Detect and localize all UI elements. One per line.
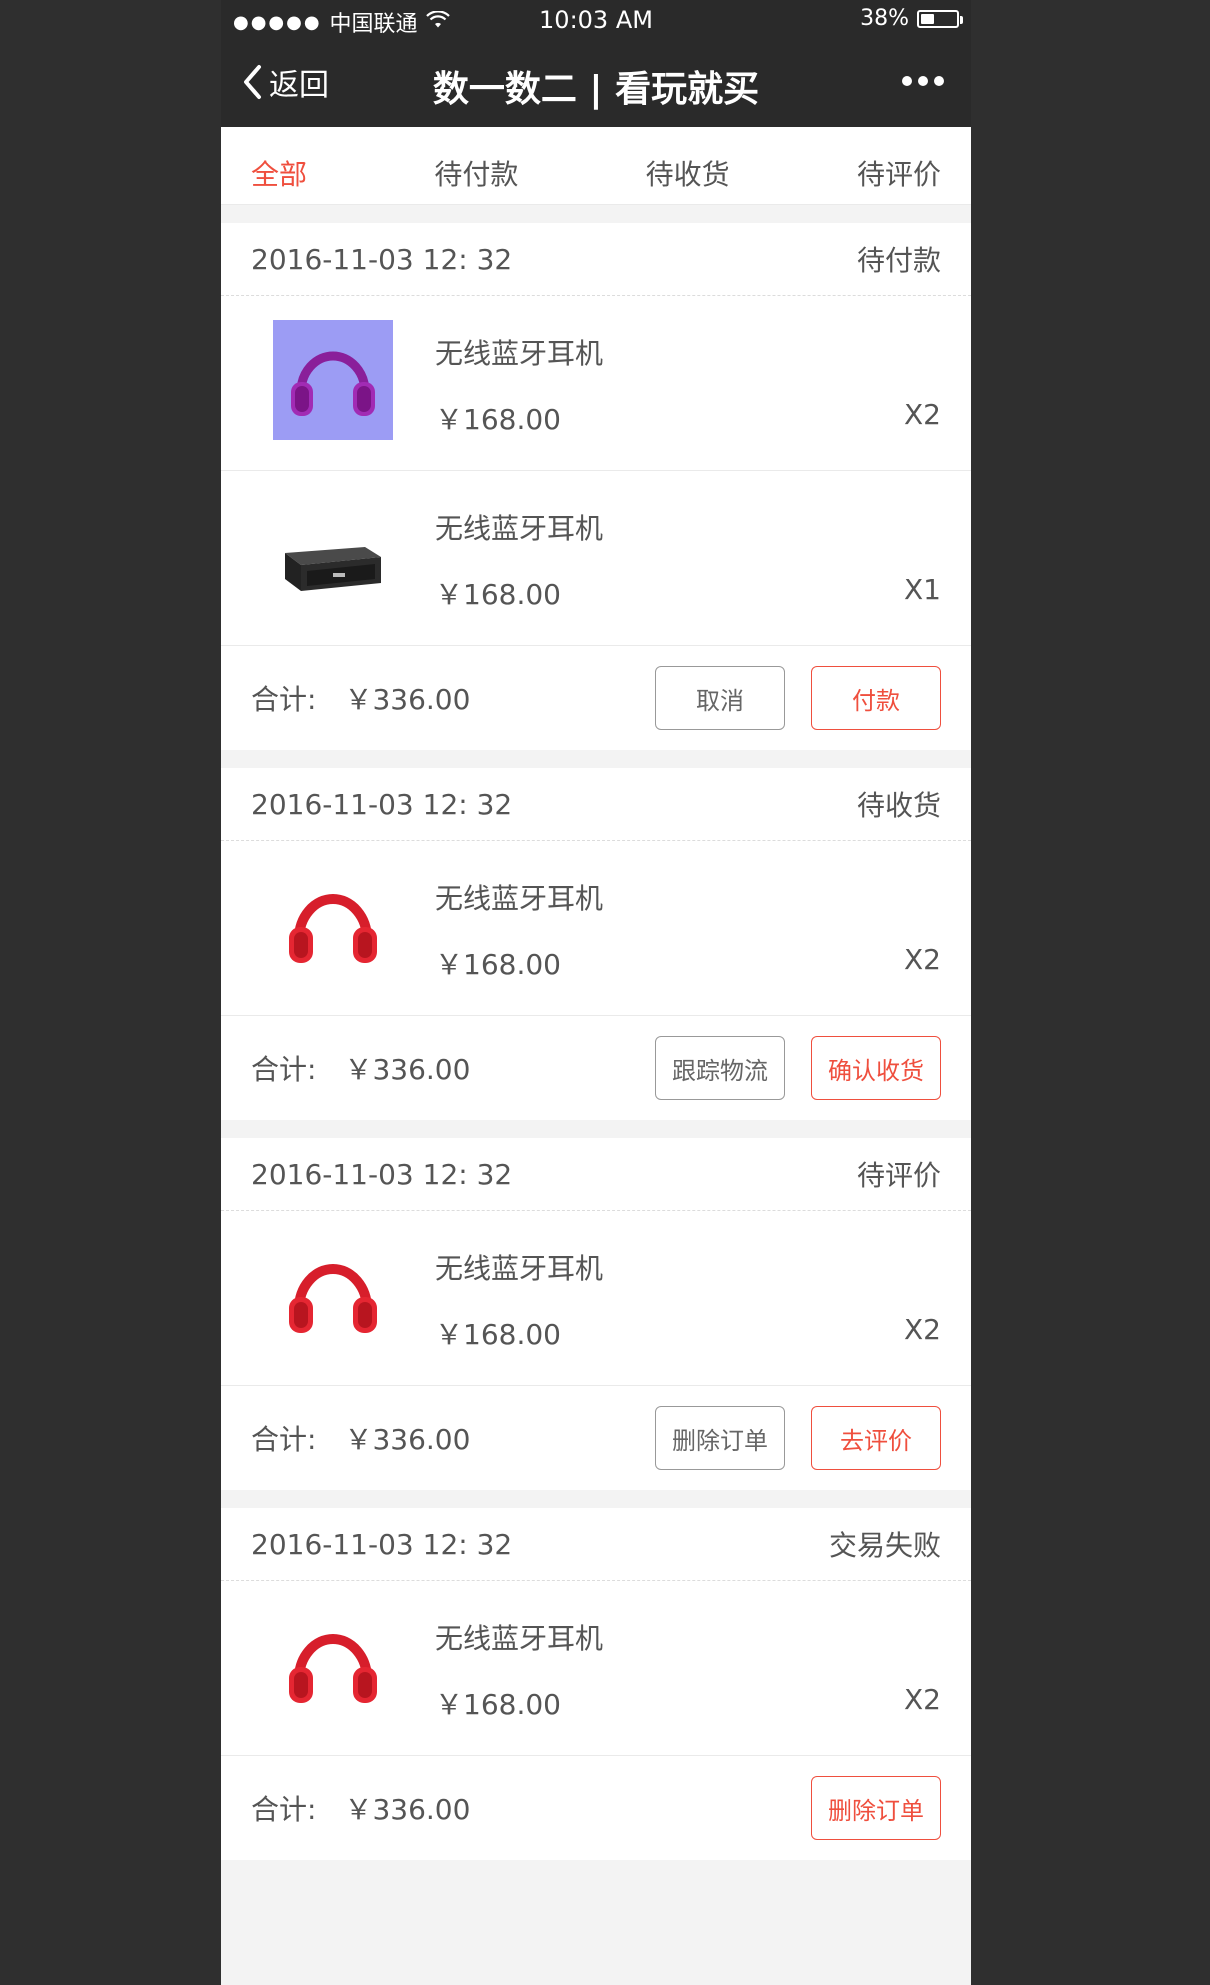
delete-order-button[interactable]: 删除订单: [811, 1776, 941, 1840]
page-title: 数一数二 | 看玩就买: [432, 69, 760, 110]
product-name: 无线蓝牙耳机: [435, 1252, 604, 1285]
track-shipping-button[interactable]: 跟踪物流: [655, 1036, 785, 1100]
red-headphones-image: [273, 1235, 393, 1355]
product-price: ￥168.00: [435, 403, 561, 436]
purple-headphones-image: [273, 320, 393, 440]
product-price: ￥168.00: [435, 1688, 561, 1721]
order-status: 待付款: [856, 244, 941, 277]
order-status: 交易失败: [828, 1529, 941, 1562]
order-header: 2016-11-03 12: 32 待付款: [221, 223, 971, 296]
order-header: 2016-11-03 12: 32 待评价: [221, 1138, 971, 1211]
clock: 10:03 AM: [539, 6, 653, 34]
product-price: ￥168.00: [435, 948, 561, 981]
order-footer: 合计: ￥336.00 跟踪物流 确认收货: [221, 1016, 971, 1120]
order-date: 2016-11-03 12: 32: [251, 1527, 513, 1561]
product-name: 无线蓝牙耳机: [435, 512, 604, 545]
order-header: 2016-11-03 12: 32 交易失败: [221, 1508, 971, 1581]
product-price: ￥168.00: [435, 578, 561, 611]
order-status: 待收货: [856, 789, 941, 822]
total-label: 合计:: [251, 1053, 317, 1086]
battery-percent: 38%: [860, 6, 909, 31]
total-label: 合计:: [251, 1793, 317, 1826]
order-header: 2016-11-03 12: 32 待收货: [221, 768, 971, 841]
confirm-receipt-button[interactable]: 确认收货: [811, 1036, 941, 1100]
product-price: ￥168.00: [435, 1318, 561, 1351]
tab-pending-receipt[interactable]: 待收货: [646, 139, 730, 193]
tab-all[interactable]: 全部: [251, 139, 307, 193]
product-quantity: X2: [904, 398, 941, 431]
red-headphones-image: [273, 1605, 393, 1725]
product-name: 无线蓝牙耳机: [435, 1622, 604, 1655]
tab-pending-review[interactable]: 待评价: [857, 139, 941, 193]
total-label: 合计:: [251, 1423, 317, 1456]
order-card: 2016-11-03 12: 32 待收货 无线蓝牙耳机 ￥168.00 X2 …: [221, 768, 971, 1120]
order-tabs: 全部 待付款 待收货 待评价: [221, 127, 971, 205]
cancel-button[interactable]: 取消: [655, 666, 785, 730]
delete-order-button[interactable]: 删除订单: [655, 1406, 785, 1470]
order-status: 待评价: [856, 1159, 941, 1192]
review-button[interactable]: 去评价: [811, 1406, 941, 1470]
red-headphones-image: [273, 865, 393, 985]
order-footer: 合计: ￥336.00 删除订单 去评价: [221, 1386, 971, 1490]
product-name: 无线蓝牙耳机: [435, 882, 604, 915]
speaker-image: [273, 495, 393, 615]
battery-icon: [917, 9, 963, 28]
total-value: ￥336.00: [344, 1793, 471, 1826]
total-value: ￥336.00: [344, 683, 471, 716]
product-item[interactable]: 无线蓝牙耳机 ￥168.00 X2: [221, 1211, 971, 1386]
order-footer: 合计: ￥336.00 删除订单: [221, 1756, 971, 1860]
product-item[interactable]: 无线蓝牙耳机 ￥168.00 X2: [221, 841, 971, 1016]
more-button[interactable]: [899, 66, 947, 100]
more-dots-icon: [902, 76, 944, 86]
nav-bar: 返回 数一数二 | 看玩就买: [221, 40, 971, 127]
order-date: 2016-11-03 12: 32: [251, 242, 513, 276]
order-date: 2016-11-03 12: 32: [251, 787, 513, 821]
total-value: ￥336.00: [344, 1053, 471, 1086]
product-item[interactable]: 无线蓝牙耳机 ￥168.00 X2: [221, 1581, 971, 1756]
order-date: 2016-11-03 12: 32: [251, 1157, 513, 1191]
pay-button[interactable]: 付款: [811, 666, 941, 730]
product-quantity: X2: [904, 943, 941, 976]
order-card: 2016-11-03 12: 32 待评价 无线蓝牙耳机 ￥168.00 X2 …: [221, 1138, 971, 1490]
product-quantity: X1: [904, 573, 941, 606]
top-bar: ●●●●● 中国联通 10:03 AM 38% 返回 数一数二 | 看玩就买: [221, 0, 971, 127]
product-quantity: X2: [904, 1313, 941, 1346]
total-label: 合计:: [251, 683, 317, 716]
product-item[interactable]: 无线蓝牙耳机 ￥168.00 X1: [221, 471, 971, 646]
order-card: 2016-11-03 12: 32 待付款 无线蓝牙耳机 ￥168.00 X2: [221, 223, 971, 750]
status-bar: ●●●●● 中国联通 10:03 AM 38%: [221, 0, 971, 40]
total-value: ￥336.00: [344, 1423, 471, 1456]
product-name: 无线蓝牙耳机: [435, 337, 604, 370]
product-quantity: X2: [904, 1683, 941, 1716]
order-card: 2016-11-03 12: 32 交易失败 无线蓝牙耳机 ￥168.00 X2…: [221, 1508, 971, 1860]
order-footer: 合计: ￥336.00 取消 付款: [221, 646, 971, 750]
phone-screen: ●●●●● 中国联通 10:03 AM 38% 返回 数一数二 | 看玩就买 全…: [221, 0, 971, 1985]
product-item[interactable]: 无线蓝牙耳机 ￥168.00 X2: [221, 296, 971, 471]
tab-pending-payment[interactable]: 待付款: [434, 139, 518, 193]
